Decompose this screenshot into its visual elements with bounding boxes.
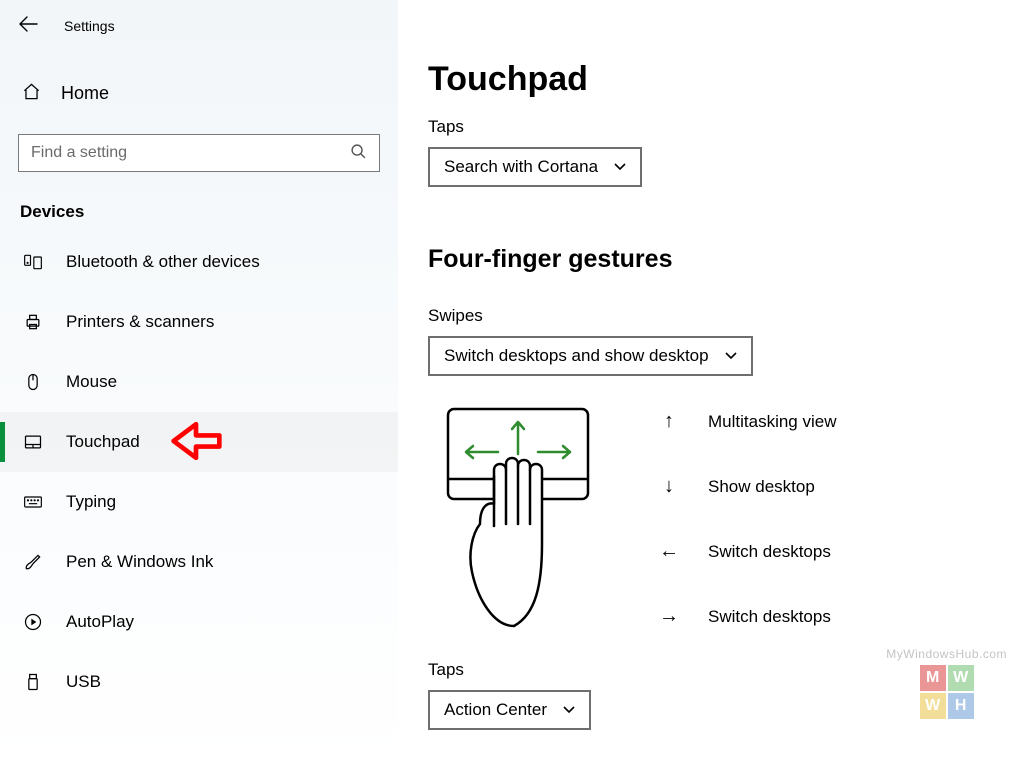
sidebar-item-label: Bluetooth & other devices	[66, 252, 260, 272]
taps2-dropdown[interactable]: Action Center	[428, 690, 591, 730]
usb-icon	[22, 672, 44, 692]
taps-dropdown[interactable]: Search with Cortana	[428, 147, 642, 187]
sidebar-item-typing[interactable]: Typing	[0, 472, 398, 532]
legend-label: Show desktop	[708, 477, 815, 497]
sidebar-item-label: Mouse	[66, 372, 117, 392]
sidebar-item-usb[interactable]: USB	[0, 652, 398, 712]
section-heading-four-finger: Four-finger gestures	[428, 245, 1019, 274]
arrow-left-icon: ←	[658, 540, 680, 563]
arrow-right-icon: →	[658, 605, 680, 628]
sidebar-item-pen[interactable]: Pen & Windows Ink	[0, 532, 398, 592]
page-title: Touchpad	[428, 60, 1019, 99]
app-title: Settings	[64, 18, 115, 34]
keyboard-icon	[22, 492, 44, 512]
swipes-label: Swipes	[428, 306, 1019, 326]
bluetooth-devices-icon	[22, 252, 44, 272]
sidebar-item-label: Touchpad	[66, 432, 140, 452]
watermark-logo: M W W H	[920, 665, 974, 719]
sidebar-item-label: Pen & Windows Ink	[66, 552, 213, 572]
sidebar-item-label: Printers & scanners	[66, 312, 214, 332]
taps-label: Taps	[428, 117, 1019, 137]
pen-icon	[22, 552, 44, 572]
gesture-legend: ↑ Multitasking view ↓ Show desktop ← Swi…	[658, 404, 837, 628]
touchpad-icon	[22, 432, 44, 452]
main-panel: Touchpad Taps Search with Cortana Four-f…	[398, 0, 1019, 767]
home-icon	[22, 82, 41, 105]
arrow-down-icon: ↓	[658, 475, 680, 498]
arrow-up-icon: ↑	[658, 410, 680, 433]
legend-label: Switch desktops	[708, 542, 831, 562]
mouse-icon	[22, 372, 44, 392]
settings-sidebar: Settings Home Devices Bluetooth & ot	[0, 0, 398, 767]
watermark: MyWindowsHub.com M W W H	[886, 647, 1007, 719]
search-box[interactable]	[18, 134, 380, 172]
search-icon	[350, 143, 367, 164]
sidebar-item-mouse[interactable]: Mouse	[0, 352, 398, 412]
legend-item-left: ← Switch desktops	[658, 540, 837, 563]
legend-label: Switch desktops	[708, 607, 831, 627]
category-heading: Devices	[0, 172, 398, 232]
sidebar-item-autoplay[interactable]: AutoPlay	[0, 592, 398, 652]
swipes-dropdown[interactable]: Switch desktops and show desktop	[428, 336, 753, 376]
sidebar-item-label: USB	[66, 672, 101, 692]
back-button[interactable]	[18, 16, 38, 36]
autoplay-icon	[22, 612, 44, 632]
search-input[interactable]	[31, 144, 350, 162]
home-label: Home	[61, 83, 109, 104]
annotation-arrow-icon	[168, 418, 224, 468]
dropdown-value: Switch desktops and show desktop	[444, 346, 709, 366]
printer-icon	[22, 312, 44, 332]
legend-item-up: ↑ Multitasking view	[658, 410, 837, 433]
dropdown-value: Action Center	[444, 700, 547, 720]
legend-item-down: ↓ Show desktop	[658, 475, 837, 498]
chevron-down-icon	[725, 349, 737, 363]
sidebar-item-printers[interactable]: Printers & scanners	[0, 292, 398, 352]
chevron-down-icon	[563, 703, 575, 717]
sidebar-item-label: Typing	[66, 492, 116, 512]
legend-label: Multitasking view	[708, 412, 837, 432]
sidebar-item-bluetooth[interactable]: Bluetooth & other devices	[0, 232, 398, 292]
sidebar-item-label: AutoPlay	[66, 612, 134, 632]
dropdown-value: Search with Cortana	[444, 157, 598, 177]
watermark-text: MyWindowsHub.com	[886, 647, 1007, 661]
chevron-down-icon	[614, 160, 626, 174]
gesture-illustration	[428, 404, 608, 638]
sidebar-nav-list: Bluetooth & other devices Printers & sca…	[0, 232, 398, 712]
legend-item-right: → Switch desktops	[658, 605, 837, 628]
home-nav[interactable]: Home	[0, 44, 398, 108]
